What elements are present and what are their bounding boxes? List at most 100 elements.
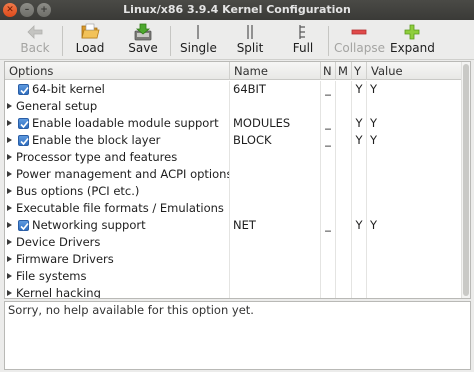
m-cell[interactable]: [336, 183, 352, 200]
expand-button[interactable]: Expand: [390, 20, 435, 60]
checkbox-icon[interactable]: [18, 118, 29, 129]
checkbox-icon[interactable]: [18, 220, 29, 231]
expand-arrow-icon[interactable]: [7, 290, 12, 296]
y-cell[interactable]: [352, 166, 367, 183]
option-cell: Power management and ACPI options: [5, 166, 230, 183]
column-header-y[interactable]: Y: [352, 62, 367, 80]
tree-row[interactable]: Bus options (PCI etc.): [5, 183, 470, 200]
split-view-button[interactable]: Split: [234, 20, 266, 60]
column-header-n[interactable]: N: [321, 62, 336, 80]
y-cell[interactable]: [352, 183, 367, 200]
vertical-scrollbar[interactable]: [461, 62, 470, 298]
tree-row[interactable]: File systems: [5, 268, 470, 285]
column-header-options[interactable]: Options: [5, 62, 230, 80]
m-cell[interactable]: [336, 98, 352, 115]
expand-arrow-icon[interactable]: [7, 273, 12, 279]
expand-arrow-icon[interactable]: [7, 120, 12, 126]
n-cell[interactable]: [321, 268, 336, 285]
expand-arrow-icon[interactable]: [7, 154, 12, 160]
m-cell[interactable]: [336, 234, 352, 251]
y-cell[interactable]: [352, 149, 367, 166]
n-cell[interactable]: _: [321, 217, 336, 234]
column-header-name[interactable]: Name: [230, 62, 321, 80]
full-view-button[interactable]: Full: [288, 20, 318, 60]
option-label: File systems: [16, 269, 87, 283]
m-cell[interactable]: [336, 132, 352, 149]
window-title: Linux/x86 3.9.4 Kernel Configuration: [123, 3, 351, 16]
option-label: Kernel hacking: [16, 286, 101, 299]
tree-row[interactable]: Enable the block layer BLOCK _ Y Y: [5, 132, 470, 149]
tree-row[interactable]: Processor type and features: [5, 149, 470, 166]
m-cell[interactable]: [336, 268, 352, 285]
m-cell[interactable]: [336, 81, 352, 98]
m-cell[interactable]: [336, 166, 352, 183]
n-cell[interactable]: [321, 285, 336, 298]
expand-arrow-icon[interactable]: [7, 256, 12, 262]
expand-arrow-icon[interactable]: [7, 222, 12, 228]
full-label: Full: [292, 41, 314, 55]
n-cell[interactable]: _: [321, 115, 336, 132]
tree-row[interactable]: Firmware Drivers: [5, 251, 470, 268]
checkbox-icon[interactable]: [18, 84, 29, 95]
n-cell[interactable]: _: [321, 81, 336, 98]
n-cell[interactable]: [321, 200, 336, 217]
expand-arrow-icon[interactable]: [7, 188, 12, 194]
name-cell: [230, 166, 321, 183]
tree-row[interactable]: Executable file formats / Emulations: [5, 200, 470, 217]
y-cell[interactable]: [352, 200, 367, 217]
n-cell[interactable]: [321, 234, 336, 251]
m-cell[interactable]: [336, 200, 352, 217]
tree-row[interactable]: 64-bit kernel 64BIT _ Y Y: [5, 81, 470, 98]
m-cell[interactable]: [336, 115, 352, 132]
tree-row[interactable]: Power management and ACPI options: [5, 166, 470, 183]
scrollbar-thumb[interactable]: [463, 64, 469, 296]
expand-arrow-icon[interactable]: [7, 171, 12, 177]
option-label: Device Drivers: [16, 235, 101, 249]
expand-label: Expand: [390, 41, 435, 55]
option-cell: Executable file formats / Emulations: [5, 200, 230, 217]
expand-arrow-icon[interactable]: [7, 137, 12, 143]
column-header-value[interactable]: Value: [367, 62, 463, 80]
split-label: Split: [236, 41, 264, 55]
tree-row[interactable]: Kernel hacking: [5, 285, 470, 299]
y-cell[interactable]: Y: [352, 217, 367, 234]
m-cell[interactable]: [336, 251, 352, 268]
value-cell: [367, 234, 463, 251]
single-label: Single: [180, 41, 217, 55]
y-cell[interactable]: [352, 98, 367, 115]
n-cell[interactable]: [321, 166, 336, 183]
y-cell[interactable]: Y: [352, 81, 367, 98]
expand-arrow-icon[interactable]: [7, 103, 12, 109]
y-cell[interactable]: [352, 251, 367, 268]
save-icon: [134, 23, 152, 41]
option-cell: 64-bit kernel: [5, 81, 230, 98]
m-cell[interactable]: [336, 285, 352, 298]
y-cell[interactable]: [352, 285, 367, 298]
n-cell[interactable]: [321, 183, 336, 200]
load-button[interactable]: Load: [72, 20, 108, 60]
m-cell[interactable]: [336, 217, 352, 234]
n-cell[interactable]: [321, 149, 336, 166]
column-header-m[interactable]: M: [336, 62, 352, 80]
checkbox-icon[interactable]: [18, 135, 29, 146]
back-button[interactable]: Back: [18, 20, 52, 60]
m-cell[interactable]: [336, 149, 352, 166]
expand-arrow-icon[interactable]: [7, 239, 12, 245]
title-bar: ✕ – + Linux/x86 3.9.4 Kernel Configurati…: [0, 0, 474, 20]
y-cell[interactable]: Y: [352, 115, 367, 132]
y-cell[interactable]: Y: [352, 132, 367, 149]
tree-row[interactable]: Networking support NET _ Y Y: [5, 217, 470, 234]
single-view-button[interactable]: Single: [180, 20, 217, 60]
collapse-button[interactable]: Collapse: [334, 20, 385, 60]
options-tree[interactable]: Options Name N M Y Value 64-bit kernel 64…: [4, 61, 471, 299]
y-cell[interactable]: [352, 234, 367, 251]
save-button[interactable]: Save: [125, 20, 161, 60]
expand-arrow-icon[interactable]: [7, 205, 12, 211]
n-cell[interactable]: [321, 98, 336, 115]
n-cell[interactable]: _: [321, 132, 336, 149]
n-cell[interactable]: [321, 251, 336, 268]
tree-row[interactable]: Device Drivers: [5, 234, 470, 251]
tree-row[interactable]: General setup: [5, 98, 470, 115]
y-cell[interactable]: [352, 268, 367, 285]
tree-row[interactable]: Enable loadable module support MODULES _ Y Y: [5, 115, 470, 132]
